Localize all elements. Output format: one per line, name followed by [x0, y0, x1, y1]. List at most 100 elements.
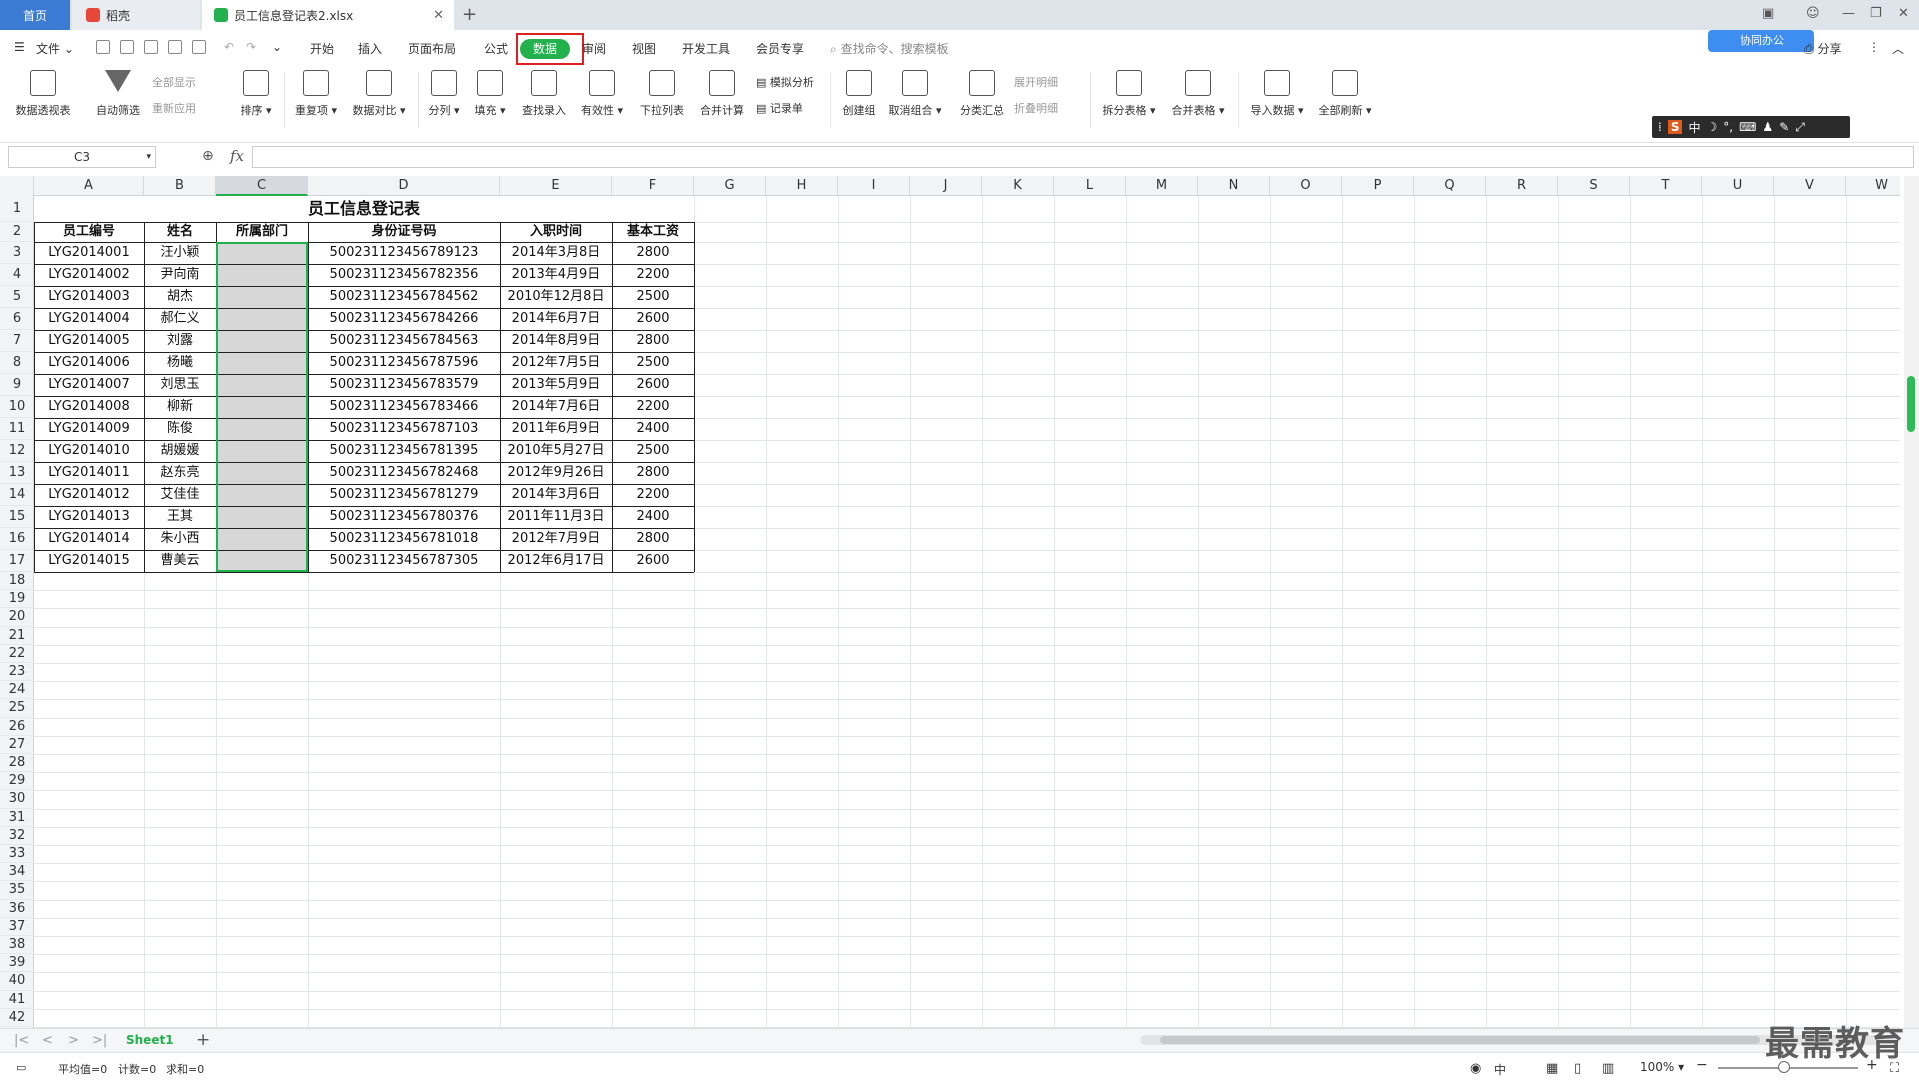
row-header-39[interactable]: 39	[0, 954, 34, 973]
normal-view-icon[interactable]: ▦	[1546, 1061, 1558, 1076]
reapply-button[interactable]: 重新应用	[152, 100, 196, 116]
column-header-m[interactable]: M	[1126, 176, 1198, 196]
table-cell[interactable]: 2013年5月9日	[500, 374, 612, 396]
collapse-ribbon-icon[interactable]: ︿	[1892, 40, 1904, 57]
row-header-20[interactable]: 20	[0, 608, 34, 627]
row-header-26[interactable]: 26	[0, 718, 34, 736]
keyboard-icon[interactable]: ⌨	[1739, 120, 1756, 134]
page-layout-view-icon[interactable]: ▯	[1574, 1061, 1581, 1076]
zoom-formula-icon[interactable]: ⊕	[202, 148, 214, 164]
table-cell[interactable]: 500231123456789123	[308, 242, 500, 264]
fill-button[interactable]: 填充 ▾	[470, 70, 510, 118]
table-cell[interactable]: 刘思玉	[144, 374, 216, 396]
table-cell[interactable]: 2014年7月6日	[500, 396, 612, 418]
row-header-16[interactable]: 16	[0, 528, 34, 550]
column-header-i[interactable]: I	[838, 176, 910, 196]
last-sheet-icon[interactable]: >|	[92, 1033, 107, 1048]
customize-quick-access-icon[interactable]: ⌄	[272, 40, 282, 54]
table-cell[interactable]: 500231123456784563	[308, 330, 500, 352]
zoom-level[interactable]: 100% ▾	[1640, 1060, 1684, 1074]
table-cell[interactable]: LYG2014010	[34, 440, 144, 462]
column-header-j[interactable]: J	[910, 176, 982, 196]
table-cell[interactable]: LYG2014005	[34, 330, 144, 352]
prev-sheet-icon[interactable]: <	[42, 1033, 53, 1048]
table-title[interactable]: 员工信息登记表	[34, 196, 694, 222]
table-cell[interactable]: 500231123456782356	[308, 264, 500, 286]
select-all-corner[interactable]	[0, 176, 34, 196]
next-sheet-icon[interactable]: >	[68, 1033, 79, 1048]
menu-view[interactable]: 视图	[632, 40, 656, 57]
row-header-8[interactable]: 8	[0, 352, 34, 374]
autofilter-button[interactable]: 自动筛选	[92, 70, 144, 118]
table-cell[interactable]: 曹美云	[144, 550, 216, 572]
table-cell[interactable]: LYG2014009	[34, 418, 144, 440]
table-cell[interactable]: 2012年9月26日	[500, 462, 612, 484]
menu-developer[interactable]: 开发工具	[682, 40, 730, 57]
input-mode-icon[interactable]: 中	[1494, 1061, 1506, 1078]
record-form-button[interactable]: ▤ 记录单	[756, 100, 803, 116]
table-cell[interactable]: LYG2014004	[34, 308, 144, 330]
column-header-b[interactable]: B	[144, 176, 216, 196]
show-all-button[interactable]: 全部显示	[152, 74, 196, 90]
menu-member[interactable]: 会员专享	[756, 40, 804, 57]
undo-icon[interactable]: ↶	[224, 40, 234, 54]
row-header-1[interactable]: 1	[0, 196, 34, 222]
row-header-11[interactable]: 11	[0, 418, 34, 440]
menu-insert[interactable]: 插入	[358, 40, 382, 57]
refresh-all-button[interactable]: 全部刷新 ▾	[1314, 70, 1376, 118]
table-cell[interactable]: 500231123456783579	[308, 374, 500, 396]
row-header-30[interactable]: 30	[0, 790, 34, 809]
table-cell[interactable]: 2012年7月5日	[500, 352, 612, 374]
table-cell[interactable]: 王其	[144, 506, 216, 528]
split-table-button[interactable]: 拆分表格 ▾	[1098, 70, 1160, 118]
split-column-button[interactable]: 分列 ▾	[424, 70, 464, 118]
row-header-9[interactable]: 9	[0, 374, 34, 396]
row-header-25[interactable]: 25	[0, 699, 34, 718]
subtotal-button[interactable]: 分类汇总	[956, 70, 1008, 118]
table-cell[interactable]: 胡媛媛	[144, 440, 216, 462]
header-cell[interactable]: 姓名	[144, 222, 216, 242]
data-compare-button[interactable]: 数据对比 ▾	[348, 70, 410, 118]
column-header-n[interactable]: N	[1198, 176, 1270, 196]
table-cell[interactable]: 2800	[612, 462, 694, 484]
merge-table-button[interactable]: 合并表格 ▾	[1166, 70, 1230, 118]
header-cell[interactable]: 员工编号	[34, 222, 144, 242]
table-cell[interactable]: 2400	[612, 418, 694, 440]
table-cell[interactable]: LYG2014008	[34, 396, 144, 418]
table-cell[interactable]: 2012年7月9日	[500, 528, 612, 550]
table-cell[interactable]: 2010年12月8日	[500, 286, 612, 308]
user-icon[interactable]: ♟	[1762, 120, 1773, 134]
table-cell[interactable]: 汪小颖	[144, 242, 216, 264]
tab-daoke[interactable]: 稻壳	[72, 0, 200, 30]
restore-icon[interactable]: ❐	[1870, 6, 1882, 21]
macro-record-icon[interactable]: ▭	[16, 1061, 26, 1074]
menu-start[interactable]: 开始	[310, 40, 334, 57]
column-header-q[interactable]: Q	[1414, 176, 1486, 196]
row-header-29[interactable]: 29	[0, 772, 34, 791]
table-cell[interactable]: 500231123456780376	[308, 506, 500, 528]
table-cell[interactable]: LYG2014003	[34, 286, 144, 308]
table-cell[interactable]: 500231123456783466	[308, 396, 500, 418]
row-header-18[interactable]: 18	[0, 572, 34, 591]
row-header-28[interactable]: 28	[0, 754, 34, 773]
name-box[interactable]: C3 ▾	[8, 146, 156, 168]
window-layout-icon[interactable]: ▣	[1762, 6, 1774, 21]
table-cell[interactable]: 2800	[612, 330, 694, 352]
table-cell[interactable]: 2014年8月9日	[500, 330, 612, 352]
wrench-icon[interactable]: ✎	[1779, 120, 1789, 134]
minimize-icon[interactable]: —	[1842, 6, 1855, 21]
row-header-42[interactable]: 42	[0, 1009, 34, 1027]
collaboration-button[interactable]: 协同办公	[1708, 30, 1814, 52]
row-header-36[interactable]: 36	[0, 900, 34, 918]
row-header-5[interactable]: 5	[0, 286, 34, 308]
row-header-23[interactable]: 23	[0, 663, 34, 682]
vertical-scrollbar[interactable]	[1904, 176, 1919, 1028]
table-cell[interactable]: 刘露	[144, 330, 216, 352]
table-cell[interactable]: LYG2014006	[34, 352, 144, 374]
lookup-entry-button[interactable]: 查找录入	[516, 70, 572, 118]
print-preview-icon[interactable]	[192, 40, 206, 54]
table-cell[interactable]: 尹向南	[144, 264, 216, 286]
sort-button[interactable]: 排序 ▾	[236, 70, 276, 118]
table-cell[interactable]: 500231123456782468	[308, 462, 500, 484]
punctuation-icon[interactable]: °,	[1723, 120, 1733, 134]
